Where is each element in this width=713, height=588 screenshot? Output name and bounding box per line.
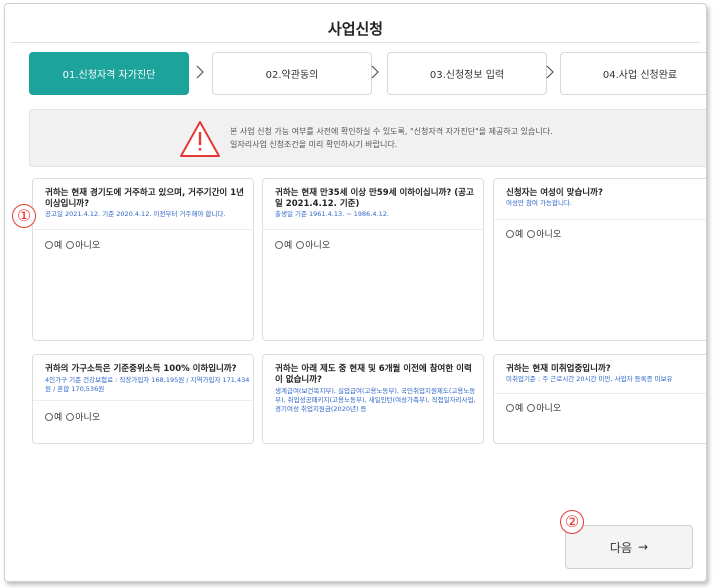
annotation-marker-1: ① [12,204,36,228]
question-note: 공고일 2021.4.12. 기준 2020.4.12. 이전부터 거주해야 합… [45,210,226,218]
card-divider [494,219,706,220]
answer-options: 예 아니오 [275,238,330,251]
radio-circle-icon [296,240,305,249]
question-note: 미취업기준 : 주 근로시간 20시간 미만, 사업자 등록증 미보유 [506,375,673,383]
step-1[interactable]: 01.신청자격 자가진단 [29,52,189,95]
answer-yes-label: 예 [515,404,524,414]
radio-circle-icon [45,240,53,249]
answer-yes-radio[interactable]: 예 [45,410,62,423]
step-4-label: 04.사업 신청완료 [602,70,678,81]
question-text: 귀하는 현재 만35세 이상 만59세 이하이십니까? (공고일 2021.4.… [275,188,474,209]
next-button[interactable]: 다음 → [565,525,693,569]
answer-options: 예 아니오 [45,238,100,251]
arrow-right-icon: → [638,540,649,554]
answer-no-radio[interactable]: 아니오 [66,410,100,423]
step-3[interactable]: 03.신청정보 입력 [387,52,547,95]
card-divider [33,400,253,401]
annotation-marker-2: ② [560,510,584,534]
card-divider [263,229,483,230]
question-text: 귀하의 가구소득은 기준중위소득 100% 이하입니까? [45,364,237,374]
question-text: 귀하는 현재 경기도에 거주하고 있으며, 거주기간이 1년 이상입니까? [45,188,244,209]
question-note: 4인가구 기준 건강보험료 : 직장가입자 168,195원 / 지역가입자 1… [45,376,250,393]
chevron-right-icon [369,64,381,80]
answer-options: 예 아니오 [45,410,100,423]
answer-yes-label: 예 [54,241,63,251]
radio-circle-icon [506,229,514,238]
radio-circle-icon [506,403,514,412]
answer-yes-radio[interactable]: 예 [506,401,523,414]
question-card-2: 귀하는 현재 만35세 이상 만59세 이하이십니까? (공고일 2021.4.… [262,178,484,341]
chevron-right-icon [544,64,556,80]
question-text: 귀하는 아래 제도 중 현재 및 6개월 이전에 참여한 이력이 없습니까? [275,364,472,385]
answer-yes-radio[interactable]: 예 [506,227,523,240]
question-note: 여성만 참여 가능합니다. [506,199,572,207]
step-3-label: 03.신청정보 입력 [429,70,505,81]
radio-circle-icon [527,229,536,238]
question-card-6: 귀하는 현재 미취업중입니까? 미취업기준 : 주 근로시간 20시간 미만, … [493,354,706,444]
answer-yes-label: 예 [284,241,293,251]
notice-box: 본 사업 신청 가능 여부를 사전에 확인하실 수 있도록, "신청자격 자가진… [29,109,706,167]
answer-options: 예 아니오 [506,227,561,240]
question-text: 귀하는 현재 미취업중입니까? [506,364,611,374]
notice-line-2: 일자리사업 신청조건을 미리 확인하시기 바랍니다. [230,140,398,149]
radio-circle-icon [275,240,283,249]
step-1-label: 01.신청자격 자가진단 [62,70,156,81]
warning-triangle-icon [178,119,222,159]
question-card-3: 신청자는 여성이 맞습니까? 여성만 참여 가능합니다. 예 아니오 [493,178,706,341]
answer-no-radio[interactable]: 아니오 [527,401,561,414]
question-card-5: 귀하는 아래 제도 중 현재 및 6개월 이전에 참여한 이력이 없습니까? 생… [262,354,484,444]
card-divider [494,393,706,394]
question-note: 생계급여(보건복지부), 실업급여(고용노동부), 국민취업지원제도(고용노동부… [275,387,476,413]
radio-circle-icon [527,403,536,412]
answer-yes-radio[interactable]: 예 [275,238,292,251]
page-title: 사업신청 [327,20,384,38]
answer-no-radio[interactable]: 아니오 [66,238,100,251]
step-2-label: 02.약관동의 [265,70,319,81]
question-note: 출생일 기준 1961.4.13. ~ 1986.4.12. [275,210,389,218]
answer-no-label: 아니오 [75,413,101,423]
chevron-right-icon [194,64,206,80]
card-divider [33,229,253,230]
title-divider [11,42,700,43]
answer-no-radio[interactable]: 아니오 [527,227,561,240]
answer-no-label: 아니오 [536,230,562,240]
question-card-1: 귀하는 현재 경기도에 거주하고 있으며, 거주기간이 1년 이상입니까? 공고… [32,178,254,341]
step-2[interactable]: 02.약관동의 [212,52,372,95]
answer-no-label: 아니오 [305,241,331,251]
step-4[interactable]: 04.사업 신청완료 [560,52,706,95]
answer-yes-label: 예 [54,413,63,423]
radio-circle-icon [45,412,53,421]
question-card-4: 귀하의 가구소득은 기준중위소득 100% 이하입니까? 4인가구 기준 건강보… [32,354,254,444]
answer-no-radio[interactable]: 아니오 [296,238,330,251]
next-button-label: 다음 [609,540,633,555]
radio-circle-icon [66,240,75,249]
answer-no-label: 아니오 [536,404,562,414]
answer-no-label: 아니오 [75,241,101,251]
answer-yes-radio[interactable]: 예 [45,238,62,251]
answer-yes-label: 예 [515,230,524,240]
question-text: 신청자는 여성이 맞습니까? [506,188,603,198]
notice-line-1: 본 사업 신청 가능 여부를 사전에 확인하실 수 있도록, "신청자격 자가진… [230,127,553,136]
radio-circle-icon [66,412,75,421]
answer-options: 예 아니오 [506,401,561,414]
application-window: 사업신청 01.신청자격 자가진단 02.약관동의 03.신청정보 입력 04.… [4,3,707,582]
